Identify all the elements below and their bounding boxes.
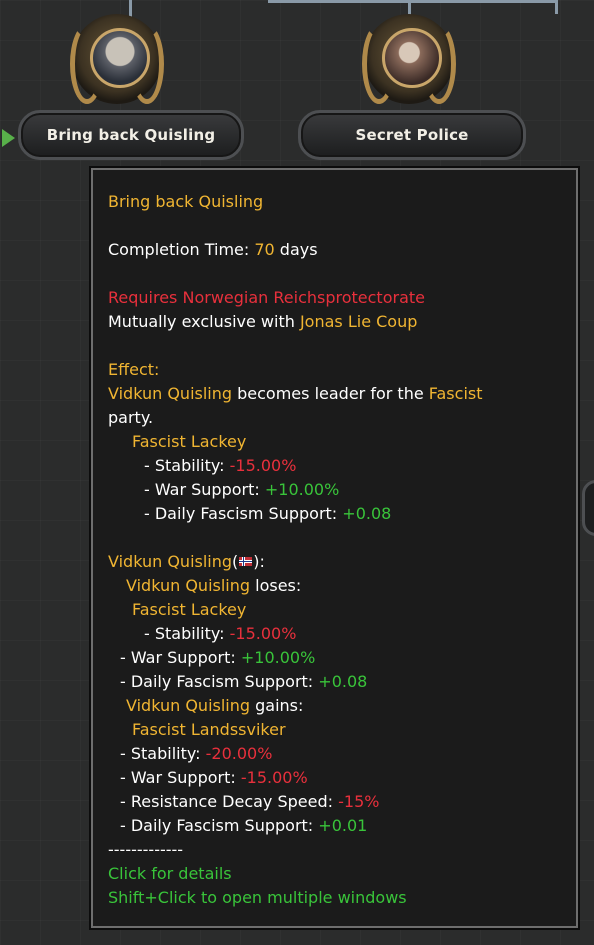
effect-leader-line: Vidkun Quisling becomes leader for the F… [108,384,483,403]
effect-leader-line-cont: party. [108,408,154,427]
focus-connector-line [555,0,558,14]
modifier-line: - War Support: -15.00% [120,768,308,787]
available-arrow-icon [2,129,15,147]
trait-name: Fascist Landssviker [132,720,286,739]
tooltip-title: Bring back Quisling [108,192,264,211]
focus-bring-back-quisling[interactable]: Bring back Quisling [18,14,244,174]
hint-click-details: Click for details [108,864,232,883]
mutually-exclusive: Mutually exclusive with Jonas Lie Coup [108,312,418,331]
modifier-line: - Stability: -15.00% [144,456,297,475]
requirement-text: Requires Norwegian Reichsprotectorate [108,288,425,307]
modifier-line: - Daily Fascism Support: +0.08 [144,504,392,523]
modifier-line: - War Support: +10.00% [120,648,316,667]
quisling-portrait-icon [70,14,164,104]
effect-header: Effect: [108,360,160,379]
modifier-line: - War Support: +10.00% [144,480,340,499]
divider: ------------- [108,840,184,859]
focus-secret-police[interactable]: Secret Police [298,14,526,174]
leader-header: Vidkun Quisling(): [108,552,265,571]
completion-time: Completion Time: 70 days [108,240,318,259]
modifier-line: - Stability: -20.00% [120,744,273,763]
modifier-line: - Daily Fascism Support: +0.08 [120,672,368,691]
secret-police-icon [362,14,456,104]
leader-loses: Vidkun Quisling loses: [126,576,302,595]
leader-gains: Vidkun Quisling gains: [126,696,304,715]
focus-tooltip: Bring back Quisling Completion Time: 70 … [91,168,578,928]
offscreen-focus-edge[interactable] [582,480,594,536]
modifier-line: - Stability: -15.00% [144,624,297,643]
trait-name: Fascist Lackey [132,600,247,619]
hint-shift-click: Shift+Click to open multiple windows [108,888,407,907]
modifier-line: - Daily Fascism Support: +0.01 [120,816,368,835]
focus-label-button[interactable]: Bring back Quisling [18,110,244,160]
modifier-line: - Resistance Decay Speed: -15% [120,792,380,811]
trait-name: Fascist Lackey [132,432,247,451]
focus-connector-line [268,0,558,3]
focus-label-button[interactable]: Secret Police [298,110,526,160]
norway-flag-icon [239,557,253,566]
